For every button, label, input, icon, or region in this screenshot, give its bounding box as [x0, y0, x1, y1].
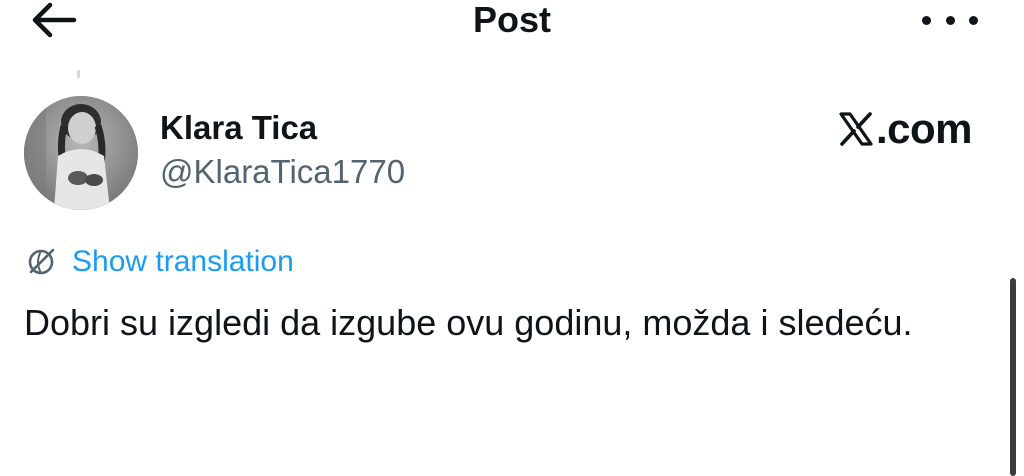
watermark-text: .com — [875, 105, 973, 152]
top-bar: Post — [0, 0, 1024, 44]
post-text: Dobri su izgledi da izgube ovu godinu, m… — [24, 302, 913, 343]
vintage-photo-avatar — [24, 96, 138, 210]
globe-slash-icon — [28, 248, 55, 275]
author-display-name[interactable]: Klara Tica — [160, 108, 317, 148]
divider-mark — [77, 70, 80, 78]
page-title: Post — [472, 0, 551, 40]
show-translation-label: Show translation — [72, 245, 294, 278]
x-com-watermark: .com — [838, 104, 973, 154]
scrollbar[interactable] — [1010, 278, 1016, 476]
back-button[interactable] — [28, 0, 80, 40]
more-dot — [945, 15, 955, 25]
more-dots-icon — [922, 15, 931, 25]
x-logo-icon — [839, 112, 873, 146]
more-options-button[interactable] — [922, 8, 978, 32]
more-dot — [969, 15, 978, 25]
avatar[interactable] — [24, 96, 138, 210]
author-handle[interactable]: @KlaraTica1770 — [160, 152, 405, 192]
post-page: Post Klara Tica @KlaraTica1770 .com Show… — [0, 0, 1024, 476]
arrow-left-icon — [32, 2, 77, 38]
show-translation-link[interactable]: Show translation — [24, 242, 294, 282]
